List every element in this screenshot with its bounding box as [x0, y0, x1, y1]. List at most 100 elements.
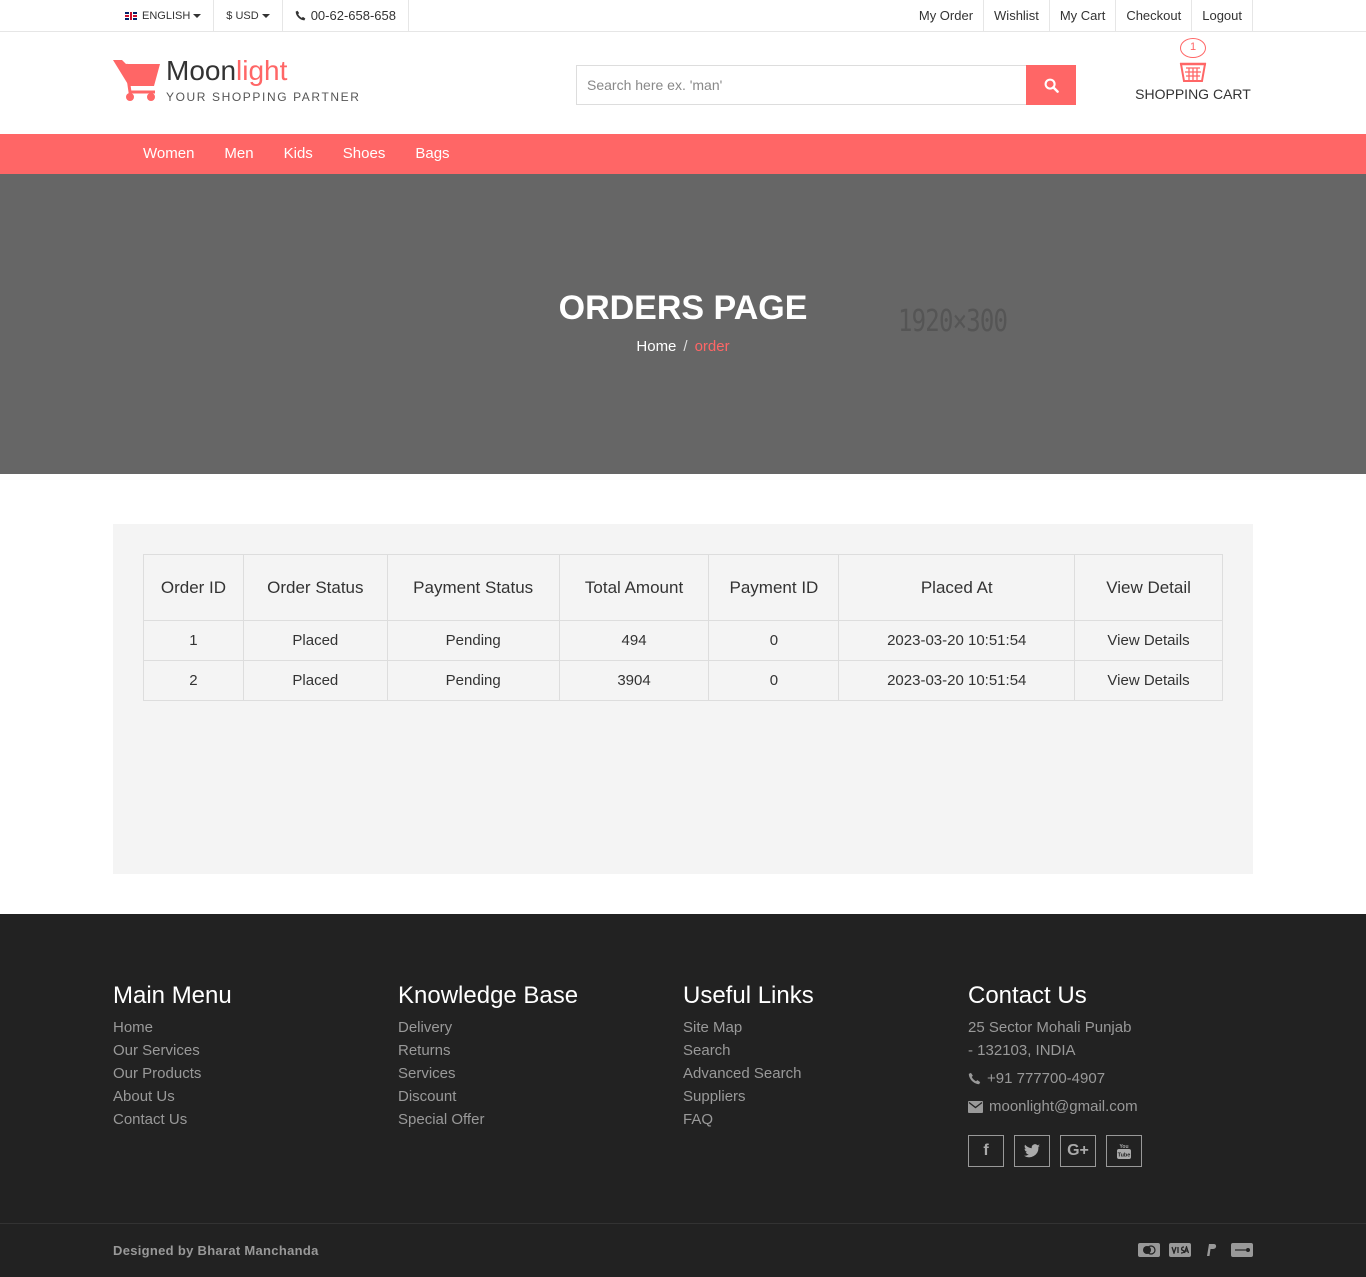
orders-panel: Order ID Order Status Payment Status Tot…: [113, 524, 1253, 874]
table-row: 1 Placed Pending 494 0 2023-03-20 10:51:…: [143, 620, 1223, 661]
twitter-icon[interactable]: [1014, 1135, 1050, 1167]
view-details-link[interactable]: View Details: [1107, 632, 1189, 649]
placed-at-cell: 2023-03-20 10:51:54: [838, 660, 1076, 701]
footer-link-search[interactable]: Search: [683, 1042, 731, 1059]
paypal-icon: [1200, 1243, 1222, 1257]
shopping-cart-button[interactable]: 1 SHOPPING CART: [1133, 38, 1253, 102]
payment-methods: [1129, 1243, 1253, 1257]
footer-link-services[interactable]: Services: [398, 1065, 456, 1082]
footer-heading: Main Menu: [113, 982, 232, 1009]
footer-link-about-us[interactable]: About Us: [113, 1088, 175, 1105]
order-id-cell: 2: [143, 660, 244, 701]
footer-link-advanced-search[interactable]: Advanced Search: [683, 1065, 801, 1082]
checkout-link[interactable]: Checkout: [1116, 0, 1193, 31]
order-status-cell: Placed: [242, 620, 388, 661]
my-cart-link[interactable]: My Cart: [1050, 0, 1117, 31]
search-bar: [576, 65, 1076, 105]
footer-link-returns[interactable]: Returns: [398, 1042, 451, 1059]
column-header: Order ID: [143, 554, 244, 621]
footer-link-site-map[interactable]: Site Map: [683, 1019, 742, 1036]
currency-selector[interactable]: $ USD: [214, 0, 283, 31]
contact-address-line: 25 Sector Mohali Punjab: [968, 1019, 1132, 1036]
footer-link-home[interactable]: Home: [113, 1019, 153, 1036]
youtube-icon[interactable]: You Tube: [1106, 1135, 1142, 1167]
nav-item-women[interactable]: Women: [128, 134, 209, 174]
contact-address-line: - 132103, INDIA: [968, 1042, 1076, 1059]
visa-icon: [1169, 1243, 1191, 1257]
google-plus-icon[interactable]: G+: [1060, 1135, 1096, 1167]
currency-label: $ USD: [226, 9, 259, 22]
placed-at-cell: 2023-03-20 10:51:54: [838, 620, 1076, 661]
envelope-icon: [968, 1100, 983, 1113]
phone-icon: [968, 1072, 981, 1085]
column-header: Payment ID: [708, 554, 840, 621]
footer-heading: Useful Links: [683, 982, 814, 1009]
wishlist-link[interactable]: Wishlist: [984, 0, 1050, 31]
svg-text:Tube: Tube: [1118, 1153, 1131, 1159]
discover-icon: [1231, 1243, 1253, 1257]
column-header: Total Amount: [558, 554, 710, 621]
page-title: ORDERS PAGE: [558, 289, 808, 327]
payment-id-cell: 0: [708, 620, 840, 661]
table-header-row: Order ID Order Status Payment Status Tot…: [143, 554, 1223, 621]
shopping-cart-icon: [113, 60, 160, 101]
orders-table: Order ID Order Status Payment Status Tot…: [143, 554, 1223, 701]
caret-down-icon: [261, 13, 270, 18]
basket-icon: [1179, 62, 1207, 82]
payment-id-cell: 0: [708, 660, 840, 701]
logo-tagline: YOUR SHOPPING PARTNER: [166, 90, 361, 104]
footer-link-discount[interactable]: Discount: [398, 1088, 456, 1105]
contact-email: moonlight@gmail.com: [989, 1098, 1138, 1115]
my-order-link[interactable]: My Order: [909, 0, 985, 31]
table-row: 2 Placed Pending 3904 0 2023-03-20 10:51…: [143, 660, 1223, 701]
footer-heading: Contact Us: [968, 982, 1087, 1009]
footer-link-suppliers[interactable]: Suppliers: [683, 1088, 746, 1105]
footer-main-menu: Main Menu Home Our Services Our Products…: [113, 982, 398, 1167]
facebook-icon[interactable]: f: [968, 1135, 1004, 1167]
footer-useful-links: Useful Links Site Map Search Advanced Se…: [683, 982, 968, 1167]
order-status-cell: Placed: [242, 660, 388, 701]
column-header: Placed At: [838, 554, 1076, 621]
site-footer: Main Menu Home Our Services Our Products…: [0, 914, 1366, 1277]
nav-item-men[interactable]: Men: [209, 134, 268, 174]
page-banner: ORDERS PAGE Home / order 1920×300: [0, 174, 1366, 474]
svg-text:You: You: [1119, 1144, 1128, 1150]
phone-number: 00-62-658-658: [283, 0, 409, 31]
nav-item-bags[interactable]: Bags: [400, 134, 464, 174]
site-logo[interactable]: Moonlight YOUR SHOPPING PARTNER: [113, 56, 361, 104]
nav-item-shoes[interactable]: Shoes: [328, 134, 401, 174]
shopping-cart-label: SHOPPING CART: [1135, 86, 1251, 102]
column-header: View Detail: [1074, 554, 1223, 621]
logout-link[interactable]: Logout: [1192, 0, 1253, 31]
payment-status-cell: Pending: [386, 620, 560, 661]
breadcrumb-separator: /: [683, 338, 688, 355]
total-amount-cell: 3904: [558, 660, 710, 701]
footer-link-faq[interactable]: FAQ: [683, 1111, 713, 1128]
search-button[interactable]: [1026, 65, 1076, 105]
view-details-link[interactable]: View Details: [1107, 672, 1189, 689]
footer-link-our-services[interactable]: Our Services: [113, 1042, 200, 1059]
footer-link-delivery[interactable]: Delivery: [398, 1019, 452, 1036]
breadcrumb-current: order: [694, 338, 730, 355]
logo-text: Moonlight: [166, 55, 288, 86]
column-header: Order Status: [242, 554, 388, 621]
breadcrumb-home[interactable]: Home: [636, 338, 676, 355]
contact-phone: +91 777700-4907: [987, 1070, 1106, 1087]
search-input[interactable]: [576, 65, 1026, 105]
main-nav: Women Men Kids Shoes Bags: [0, 134, 1366, 174]
total-amount-cell: 494: [558, 620, 710, 661]
nav-item-kids[interactable]: Kids: [269, 134, 328, 174]
mastercard-icon: [1138, 1243, 1160, 1257]
breadcrumb: Home / order: [0, 338, 1366, 355]
footer-knowledge-base: Knowledge Base Delivery Returns Services…: [398, 982, 683, 1167]
footer-link-our-products[interactable]: Our Products: [113, 1065, 201, 1082]
top-bar: ENGLISH $ USD 00-62-658-658 My Order Wis…: [0, 0, 1366, 32]
search-icon: [1044, 78, 1059, 93]
uk-flag-icon: [125, 11, 137, 20]
language-selector[interactable]: ENGLISH: [113, 0, 215, 31]
footer-bottom-bar: Designed by Bharat Manchanda: [0, 1223, 1366, 1277]
footer-link-contact-us[interactable]: Contact Us: [113, 1111, 187, 1128]
payment-status-cell: Pending: [386, 660, 560, 701]
footer-contact: Contact Us 25 Sector Mohali Punjab - 132…: [968, 982, 1253, 1167]
footer-link-special-offer[interactable]: Special Offer: [398, 1111, 484, 1128]
